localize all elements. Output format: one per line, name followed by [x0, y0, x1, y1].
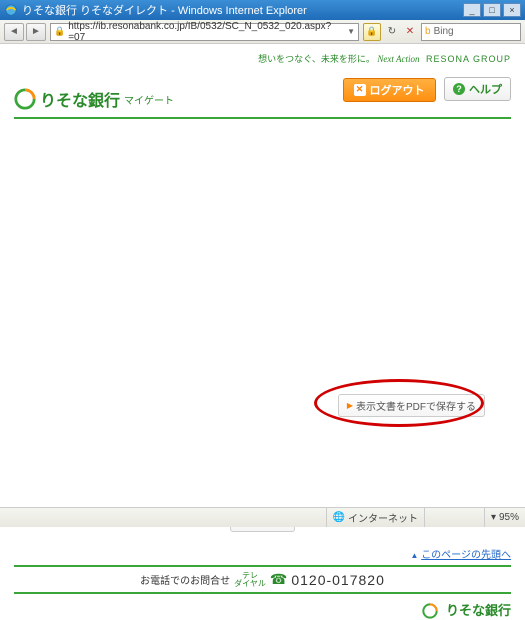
maximize-button[interactable]: □	[483, 3, 501, 17]
window-close-button[interactable]: ×	[503, 3, 521, 17]
globe-icon: 🌐	[333, 512, 345, 523]
save-pdf-label: 表示文書をPDFで保存する	[356, 398, 476, 413]
navbar: ◄ ► 🔒 https://ib.resonabank.co.jp/IB/053…	[0, 20, 525, 44]
url-dropdown-icon[interactable]: ▼	[347, 27, 355, 36]
help-button[interactable]: ? ヘルプ	[444, 77, 511, 101]
footer-logo: りそな銀行	[14, 600, 511, 620]
zoom-value: 95%	[499, 512, 519, 523]
top-buttons: ✕ ログアウト ? ヘルプ	[343, 77, 511, 102]
help-q-icon: ?	[453, 83, 465, 95]
refresh-button[interactable]: ↻	[384, 24, 400, 40]
zoom-down-icon: ▾	[491, 512, 496, 523]
bank-name: りそな銀行	[40, 87, 120, 111]
pagetop-row: ▲ このページの先頭へ	[14, 546, 511, 561]
footer-bank-name: りそな銀行	[446, 603, 511, 618]
stop-button[interactable]: ✕	[402, 24, 418, 40]
logout-label: ログアウト	[370, 82, 425, 98]
minimize-button[interactable]: _	[463, 3, 481, 17]
logout-button[interactable]: ✕ ログアウト	[343, 78, 436, 102]
zone-cell: 🌐 インターネット	[326, 508, 424, 527]
zone-label: インターネット	[348, 510, 418, 525]
pagetop-link[interactable]: このページの先頭へ	[421, 550, 511, 561]
save-pdf-button[interactable]: ▶ 表示文書をPDFで保存する	[338, 394, 485, 417]
search-input[interactable]: b Bing	[421, 23, 521, 41]
pdf-save-area: ▶ 表示文書をPDFで保存する	[338, 394, 485, 417]
window-title: りそな銀行 りそなダイレクト - Windows Internet Explor…	[22, 2, 307, 18]
forward-button[interactable]: ►	[26, 23, 46, 41]
url-bar[interactable]: 🔒 https://ib.resonabank.co.jp/IB/0532/SC…	[50, 23, 359, 41]
bing-icon: b	[425, 26, 431, 37]
arrow-right-icon: ▶	[347, 401, 353, 410]
resona-logo-icon	[422, 603, 438, 619]
resona-logo-icon	[14, 88, 36, 110]
url-text: https://ib.resonabank.co.jp/IB/0532/SC_N…	[68, 21, 347, 43]
header-row: りそな銀行 マイゲート ✕ ログアウト ? ヘルプ	[14, 71, 511, 111]
ie-icon	[4, 3, 18, 17]
protected-mode-cell	[424, 508, 484, 527]
help-label: ヘルプ	[469, 81, 502, 97]
triangle-up-icon: ▲	[410, 551, 418, 560]
page-content: 想いをつなぐ、未来を形に。 Next Action RESONA GROUP り…	[0, 44, 525, 506]
teledial-label: テレ ダイヤル	[234, 572, 266, 588]
logo-block: りそな銀行 マイゲート	[14, 87, 174, 111]
lock-icon: 🔒	[54, 26, 65, 37]
header-divider	[14, 117, 511, 119]
logout-x-icon: ✕	[354, 84, 366, 96]
window-titlebar: りそな銀行 りそなダイレクト - Windows Internet Explor…	[0, 0, 525, 20]
search-placeholder: Bing	[434, 26, 454, 37]
bank-sub: マイゲート	[124, 92, 174, 107]
tagline-row: 想いをつなぐ、未来を形に。 Next Action RESONA GROUP	[14, 52, 511, 65]
tagline: 想いをつなぐ、未来を形に。	[258, 54, 375, 64]
back-button[interactable]: ◄	[4, 23, 24, 41]
footer-contact: お電話でのお問合せ テレ ダイヤル ☎ 0120-017820	[14, 565, 511, 594]
group-label: RESONA GROUP	[426, 54, 511, 64]
phone-icon: ☎	[270, 571, 287, 588]
phone-number: 0120-017820	[291, 572, 385, 588]
security-lock-icon[interactable]: 🔒	[363, 23, 381, 41]
zoom-cell[interactable]: ▾ 95%	[484, 508, 525, 527]
tagline-script: Next Action	[377, 54, 419, 64]
statusbar: 🌐 インターネット ▾ 95%	[0, 507, 525, 527]
contact-label: お電話でのお問合せ	[140, 572, 230, 587]
